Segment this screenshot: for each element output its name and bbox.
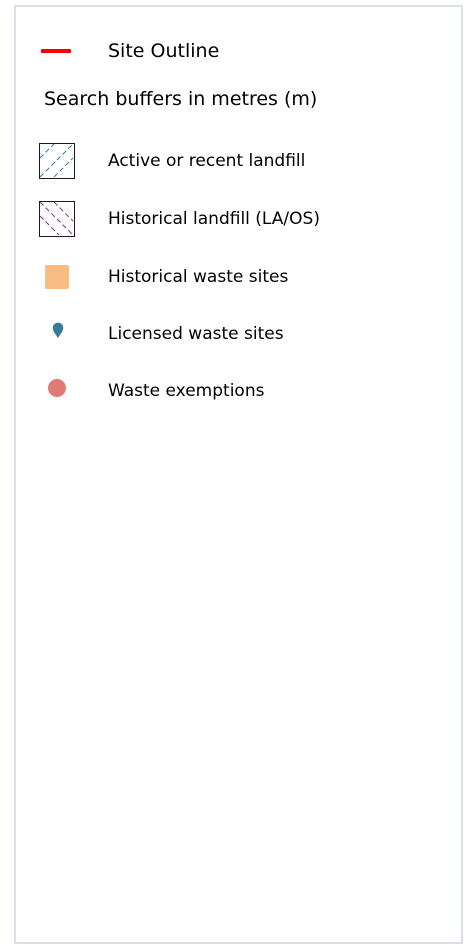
blue-hatch-icon (39, 143, 75, 179)
legend-item-historical-landfill: Historical landfill (LA/OS) (16, 199, 461, 239)
legend-search-buffers: Search buffers in metres (m) (16, 87, 461, 111)
red-dot-icon (48, 379, 66, 397)
teal-pin-icon (52, 322, 64, 342)
legend-panel: Site Outline Search buffers in metres (m… (14, 5, 463, 944)
legend-item-historical-waste-sites: Historical waste sites (16, 263, 461, 291)
legend-search-buffers-label: Search buffers in metres (m) (44, 88, 318, 110)
orange-square-icon (45, 265, 69, 289)
legend-item-label: Historical waste sites (108, 267, 289, 287)
legend-item-label: Waste exemptions (108, 381, 265, 401)
legend-item-active-landfill: Active or recent landfill (16, 141, 461, 181)
legend-site-outline-label: Site Outline (108, 40, 220, 62)
purple-hatch-icon (39, 201, 75, 237)
legend-item-label: Licensed waste sites (108, 324, 284, 344)
legend-item-licensed-waste-sites: Licensed waste sites (16, 322, 461, 346)
legend-item-label: Historical landfill (LA/OS) (108, 209, 320, 229)
legend-site-outline: Site Outline (16, 39, 461, 63)
legend-item-waste-exemptions: Waste exemptions (16, 379, 461, 403)
legend-item-label: Active or recent landfill (108, 151, 306, 171)
red-line-icon (41, 49, 71, 53)
